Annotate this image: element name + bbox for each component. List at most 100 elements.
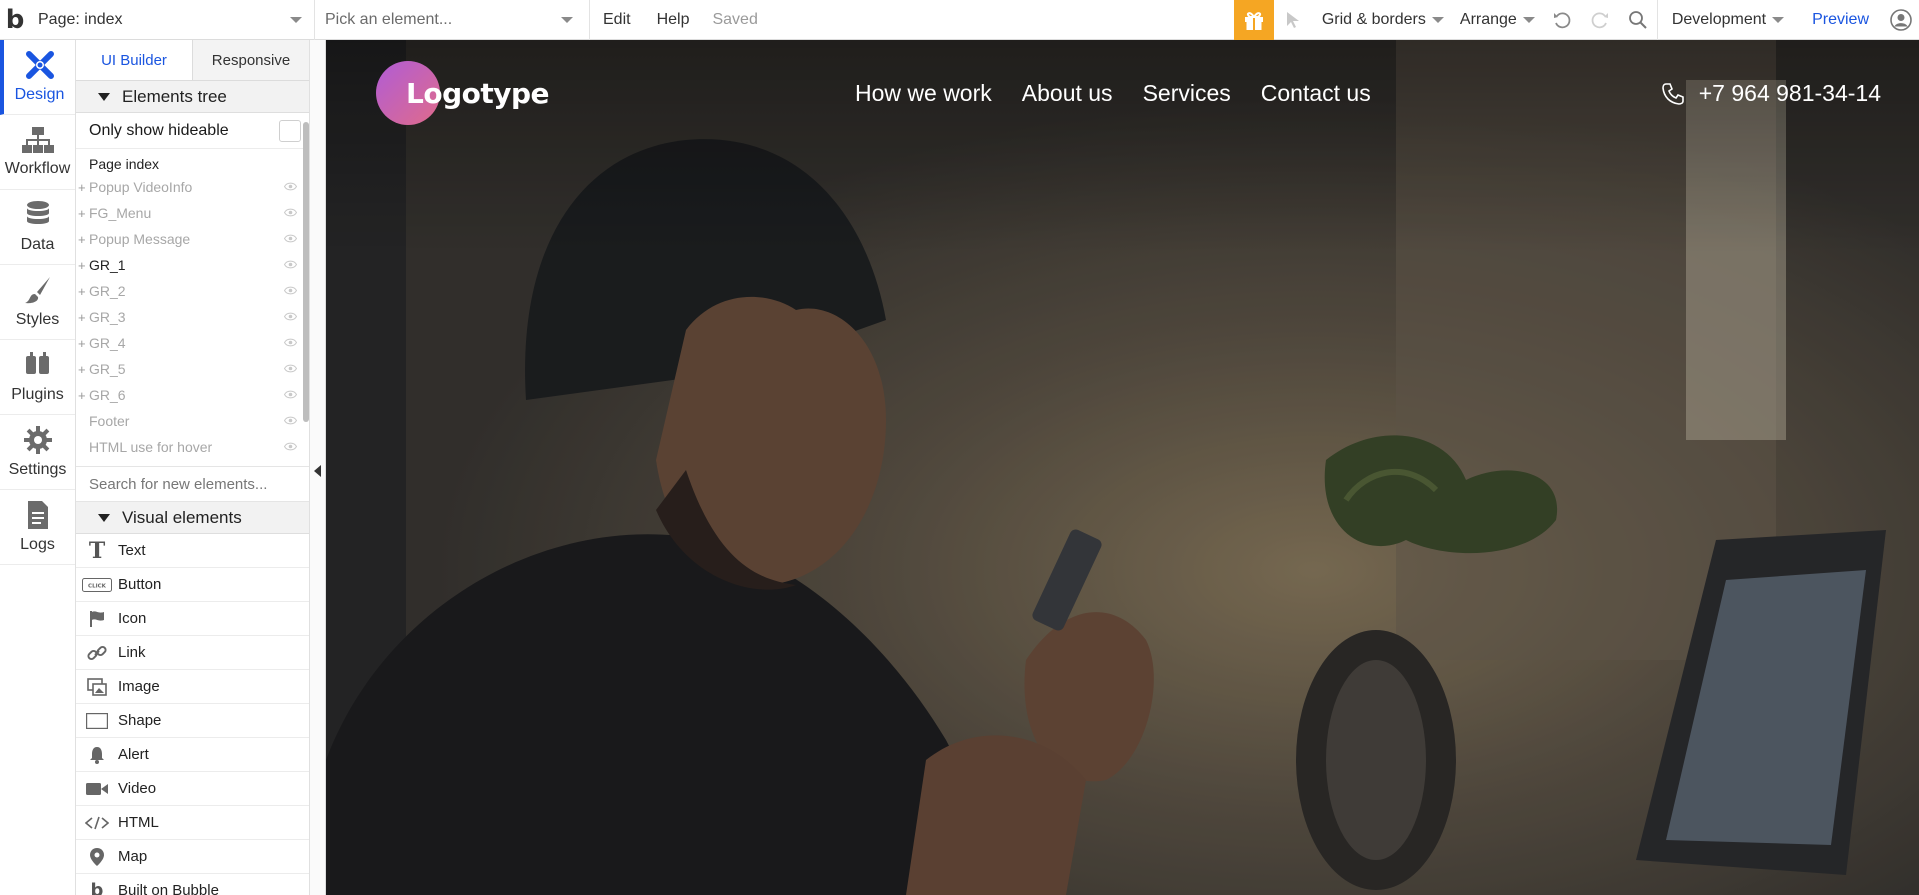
eye-icon[interactable] bbox=[284, 234, 297, 243]
save-status: Saved bbox=[712, 10, 758, 28]
page-selector[interactable]: Page: index bbox=[30, 0, 315, 40]
visual-element-html[interactable]: HTML bbox=[76, 806, 309, 840]
nav-styles[interactable]: Styles bbox=[0, 265, 75, 340]
tab-responsive[interactable]: Responsive bbox=[193, 40, 309, 80]
expand-plus-icon[interactable]: + bbox=[78, 180, 89, 195]
eye-icon[interactable] bbox=[284, 442, 297, 451]
tree-item-gr-5[interactable]: + GR_5 bbox=[76, 356, 309, 382]
text-icon: T bbox=[88, 537, 106, 564]
nav-label: Plugins bbox=[11, 386, 64, 403]
visual-element-text[interactable]: T Text bbox=[76, 534, 309, 568]
tree-item-gr-4[interactable]: + GR_4 bbox=[76, 330, 309, 356]
only-show-hideable-row: Only show hideable bbox=[76, 113, 309, 149]
search-new-elements-input[interactable]: Search for new elements... bbox=[76, 466, 309, 502]
chevron-down-icon bbox=[561, 16, 573, 23]
collapse-triangle-icon bbox=[98, 513, 110, 522]
tree-item-popup-videoinfo[interactable]: + Popup VideoInfo bbox=[76, 174, 309, 200]
undo-icon[interactable] bbox=[1543, 0, 1581, 40]
tree-item-label: GR_1 bbox=[89, 257, 126, 273]
visual-element-button[interactable]: CLICK Button bbox=[76, 568, 309, 602]
phone-number: +7 964 981-34-14 bbox=[1698, 80, 1881, 106]
site-phone[interactable]: +7 964 981-34-14 bbox=[1661, 80, 1881, 107]
eye-icon[interactable] bbox=[284, 182, 297, 191]
nav-link-about-us[interactable]: About us bbox=[1022, 80, 1113, 107]
expand-plus-icon[interactable]: + bbox=[78, 336, 89, 351]
tree-item-label: Popup VideoInfo bbox=[89, 179, 193, 195]
visual-element-video[interactable]: Video bbox=[76, 772, 309, 806]
user-icon[interactable] bbox=[1883, 0, 1919, 40]
nav-plugins[interactable]: Plugins bbox=[0, 340, 75, 415]
eye-icon[interactable] bbox=[284, 286, 297, 295]
element-picker-placeholder: Pick an element... bbox=[325, 10, 453, 28]
search-icon[interactable] bbox=[1619, 0, 1657, 40]
nav-settings[interactable]: Settings bbox=[0, 415, 75, 490]
environment-dropdown[interactable]: Development bbox=[1656, 0, 1798, 40]
nav-label: Data bbox=[20, 236, 55, 253]
visual-element-map[interactable]: Map bbox=[76, 840, 309, 874]
cursor-icon[interactable] bbox=[1274, 0, 1314, 40]
tree-item-gr-3[interactable]: + GR_3 bbox=[76, 304, 309, 330]
visual-elements-header[interactable]: Visual elements bbox=[76, 502, 309, 534]
expand-plus-icon[interactable]: + bbox=[78, 206, 89, 221]
design-icon bbox=[25, 51, 54, 79]
expand-plus-icon[interactable]: + bbox=[78, 258, 89, 273]
expand-plus-icon[interactable]: + bbox=[78, 284, 89, 299]
bubble-logo[interactable]: b bbox=[0, 0, 30, 40]
nav-label: Styles bbox=[15, 311, 60, 328]
tree-item-gr-6[interactable]: + GR_6 bbox=[76, 382, 309, 408]
eye-icon[interactable] bbox=[284, 208, 297, 217]
tree-item-label: GR_3 bbox=[89, 309, 126, 325]
collapse-panel-arrow-icon[interactable] bbox=[314, 465, 321, 477]
nav-link-contact-us[interactable]: Contact us bbox=[1261, 80, 1371, 107]
tab-ui-builder[interactable]: UI Builder bbox=[76, 40, 193, 80]
tree-item-gr-2[interactable]: + GR_2 bbox=[76, 278, 309, 304]
visual-element-label: Link bbox=[118, 644, 146, 661]
preview-button[interactable]: Preview bbox=[1798, 0, 1883, 40]
panel-scrollbar[interactable] bbox=[303, 122, 309, 422]
tree-item-html-hover[interactable]: HTML use for hover bbox=[76, 434, 309, 460]
gift-icon[interactable] bbox=[1233, 0, 1274, 40]
visual-element-icon[interactable]: Icon bbox=[76, 602, 309, 636]
nav-workflow[interactable]: Workflow bbox=[0, 115, 75, 190]
visual-element-label: Alert bbox=[118, 746, 149, 763]
nav-design[interactable]: Design bbox=[0, 40, 75, 115]
eye-icon[interactable] bbox=[284, 364, 297, 373]
visual-element-built-on-bubble[interactable]: b Built on Bubble bbox=[76, 874, 309, 895]
eye-icon[interactable] bbox=[284, 312, 297, 321]
tree-item-gr-1[interactable]: + GR_1 bbox=[76, 252, 309, 278]
element-picker[interactable]: Pick an element... bbox=[315, 0, 590, 40]
visual-element-link[interactable]: Link bbox=[76, 636, 309, 670]
expand-plus-icon[interactable]: + bbox=[78, 232, 89, 247]
video-icon bbox=[76, 782, 118, 796]
menu-edit[interactable]: Edit bbox=[590, 0, 644, 40]
visual-element-image[interactable]: Image bbox=[76, 670, 309, 704]
site-logo[interactable]: Logotype bbox=[376, 61, 550, 125]
grid-borders-dropdown[interactable]: Grid & borders bbox=[1314, 0, 1452, 40]
eye-icon[interactable] bbox=[284, 260, 297, 269]
expand-plus-icon[interactable]: + bbox=[78, 388, 89, 403]
nav-link-services[interactable]: Services bbox=[1143, 80, 1231, 107]
elements-tree-header[interactable]: Elements tree bbox=[76, 81, 309, 113]
only-show-hideable-label: Only show hideable bbox=[89, 121, 229, 139]
nav-data[interactable]: Data bbox=[0, 190, 75, 265]
eye-icon[interactable] bbox=[284, 416, 297, 425]
environment-label: Development bbox=[1671, 10, 1767, 28]
visual-element-alert[interactable]: Alert bbox=[76, 738, 309, 772]
menu-help[interactable]: Help bbox=[644, 0, 703, 40]
expand-plus-icon[interactable]: + bbox=[78, 310, 89, 325]
visual-element-shape[interactable]: Shape bbox=[76, 704, 309, 738]
tree-item-popup-message[interactable]: + Popup Message bbox=[76, 226, 309, 252]
tree-item-fg-menu[interactable]: + FG_Menu bbox=[76, 200, 309, 226]
expand-plus-icon[interactable]: + bbox=[78, 362, 89, 377]
tree-item-footer[interactable]: Footer bbox=[76, 408, 309, 434]
eye-icon[interactable] bbox=[284, 390, 297, 399]
shape-icon bbox=[76, 712, 118, 729]
page-canvas[interactable]: Logotype How we work About us Services C… bbox=[326, 40, 1919, 895]
nav-logs[interactable]: Logs bbox=[0, 490, 75, 565]
nav-link-how-we-work[interactable]: How we work bbox=[855, 80, 992, 107]
redo-icon[interactable] bbox=[1581, 0, 1619, 40]
eye-icon[interactable] bbox=[284, 338, 297, 347]
only-show-hideable-checkbox[interactable] bbox=[279, 119, 301, 142]
arrange-dropdown[interactable]: Arrange bbox=[1452, 0, 1543, 40]
tree-root-page[interactable]: Page index bbox=[76, 149, 309, 174]
